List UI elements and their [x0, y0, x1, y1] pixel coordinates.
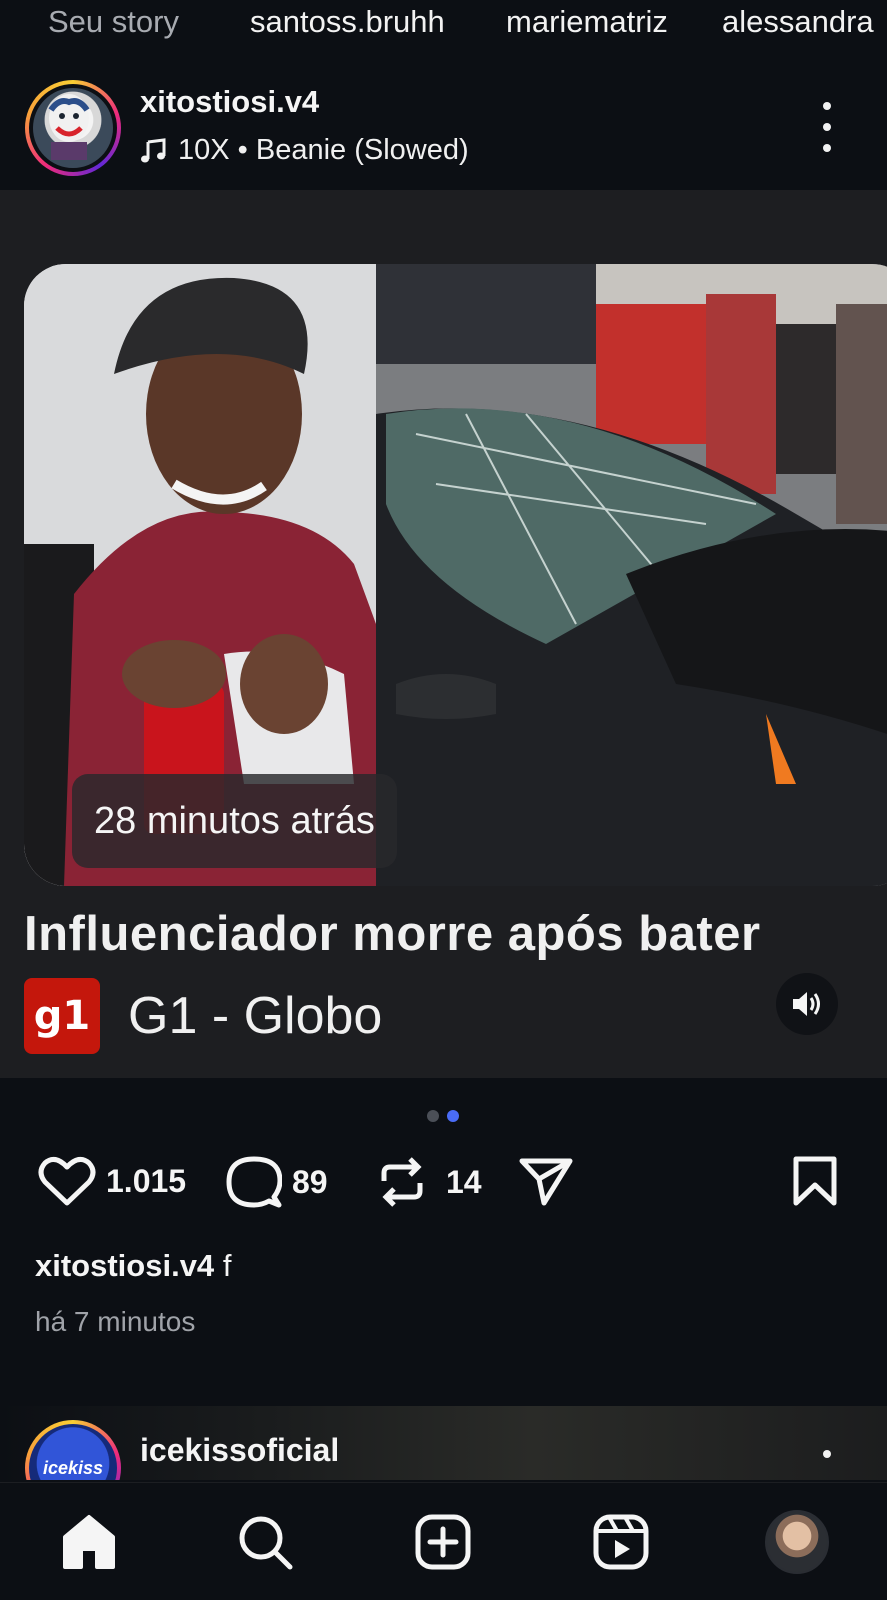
comment-count: 89	[292, 1163, 328, 1200]
repost-icon	[381, 1157, 423, 1207]
more-options-button[interactable]	[817, 1450, 837, 1480]
repost-count: 14	[446, 1163, 482, 1200]
source-name: G1 - Globo	[128, 987, 383, 1045]
send-icon	[519, 1158, 573, 1206]
sound-toggle-button[interactable]	[776, 973, 838, 1035]
repost-button[interactable]: 14	[376, 1155, 482, 1209]
reels-icon	[593, 1514, 649, 1570]
nav-profile[interactable]	[762, 1507, 832, 1577]
speaker-icon	[793, 992, 820, 1016]
next-post-media-preview	[0, 1406, 887, 1480]
nav-search[interactable]	[230, 1507, 300, 1577]
carousel-indicator	[427, 1110, 459, 1122]
carousel-dot-active	[447, 1110, 459, 1122]
music-info[interactable]: 10X • Beanie (Slowed)	[140, 134, 469, 167]
comment-button[interactable]: 89	[226, 1155, 328, 1209]
post-header: xitostiosi.v4 10X • Beanie (Slowed)	[0, 78, 887, 186]
story-item[interactable]: santoss.bruhh	[250, 4, 445, 40]
nav-home[interactable]	[54, 1507, 124, 1577]
home-icon	[63, 1515, 115, 1569]
news-source: g1 G1 - Globo	[24, 978, 382, 1054]
next-post-header: icekiss icekissoficial	[0, 1406, 887, 1480]
caption-username[interactable]: xitostiosi.v4	[35, 1248, 214, 1283]
avatar-image	[33, 88, 113, 168]
stories-row: Seu story santoss.bruhh mariematriz ales…	[0, 0, 887, 50]
icekiss-logo: icekiss	[29, 1424, 117, 1480]
next-post-username[interactable]: icekissoficial	[140, 1432, 339, 1469]
like-count: 1.015	[106, 1162, 187, 1199]
story-item[interactable]: alessandra	[722, 4, 874, 40]
story-item[interactable]: mariematriz	[506, 4, 668, 40]
music-note-icon	[141, 137, 166, 162]
share-button[interactable]	[518, 1155, 574, 1207]
search-icon	[239, 1516, 293, 1570]
post-actions: 1.015 89 14	[38, 1155, 858, 1215]
g1-logo: g1	[24, 978, 100, 1054]
caption-text: f	[222, 1248, 232, 1283]
nav-create[interactable]	[408, 1507, 478, 1577]
create-icon	[415, 1514, 471, 1570]
nav-reels[interactable]	[586, 1507, 656, 1577]
news-headline: Influenciador morre após bater	[24, 907, 761, 961]
like-button[interactable]: 1.015	[38, 1155, 186, 1207]
carousel-dot	[427, 1110, 439, 1122]
bottom-navigation	[0, 1482, 887, 1600]
story-self[interactable]: Seu story	[48, 4, 179, 40]
profile-avatar	[765, 1510, 829, 1574]
post-media[interactable]: 28 minutos atrás Influenciador morre apó…	[0, 190, 887, 1078]
post-caption: xitostiosi.v4 f	[35, 1248, 231, 1284]
more-options-button[interactable]	[817, 102, 837, 152]
save-button[interactable]	[792, 1155, 838, 1207]
post-timestamp: há 7 minutos	[35, 1306, 196, 1337]
time-badge: 28 minutos atrás	[72, 774, 397, 868]
comment-icon	[226, 1156, 282, 1208]
bookmark-icon	[793, 1156, 837, 1206]
crash-photo	[376, 264, 887, 886]
post-username[interactable]: xitostiosi.v4	[140, 84, 319, 120]
heart-icon	[38, 1156, 96, 1206]
post-avatar[interactable]	[25, 80, 121, 176]
music-label: 10X • Beanie (Slowed)	[178, 134, 469, 166]
news-image: 28 minutos atrás	[24, 264, 887, 886]
